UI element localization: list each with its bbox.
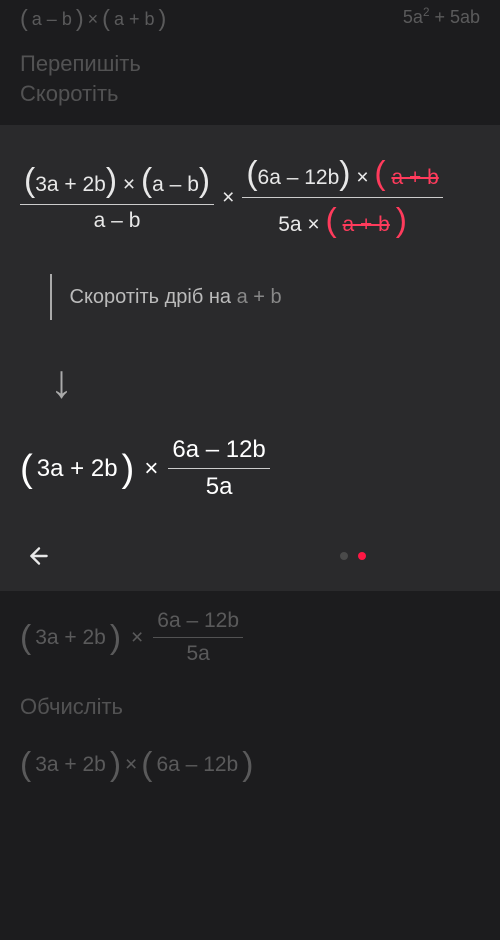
step-explanation-text: Скоротіть дріб на [70,286,232,308]
arrow-down-icon: ↓ [50,354,480,408]
main-step-panel: (3a + 2b) × (a – b) a – b × (6a – 12b) ×… [0,125,500,591]
heading-compute: Обчисліть [20,694,480,720]
page-indicator [340,552,366,560]
dimmed-top-section: (a – b) × (a + b) 5a2 + 5ab Перепишіть С… [0,0,500,107]
cancelled-term-num: a + b [391,166,438,189]
step-explanation-row: Скоротіть дріб на a + b [50,274,480,320]
heading-reduce: Скоротіть [20,81,480,107]
next-step-expr-2: (3a + 2b) × (6a – 12b) [20,746,480,784]
prev-step-left-expr: (a – b) × (a + b) [20,6,166,33]
main-expression-after: (3a + 2b) × 6a – 12b 5a [20,436,480,501]
prev-step-right-expr: 5a2 + 5ab [403,6,480,28]
step-explanation-term: a + b [237,286,282,308]
heading-rewrite: Перепишіть [20,51,480,77]
next-step-expr-1: (3a + 2b) × 6a – 12b 5a [20,609,480,666]
cancelled-term-den: a + b [343,213,390,236]
step-nav-row [20,541,480,571]
page-dot-1[interactable] [340,552,348,560]
main-expression-before: (3a + 2b) × (a – b) a – b × (6a – 12b) ×… [20,155,480,240]
dimmed-bottom-section: (3a + 2b) × 6a – 12b 5a Обчисліть (3a + … [0,609,500,784]
back-button[interactable] [24,541,54,571]
page-dot-2[interactable] [358,552,366,560]
